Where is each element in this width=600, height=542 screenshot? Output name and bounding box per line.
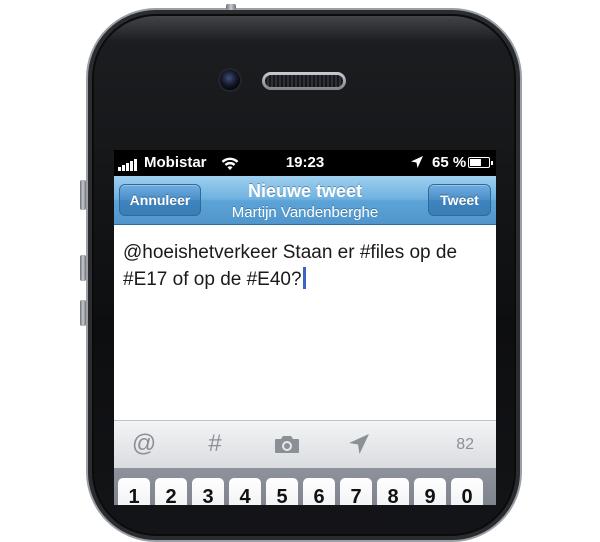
tweet-compose-area[interactable]: @hoeishetverkeer Staan er #files op de #… bbox=[114, 225, 496, 420]
key-1[interactable]: 1 bbox=[118, 478, 150, 505]
compose-accessory-bar: @ # 82 bbox=[114, 420, 496, 469]
tweet-text-field[interactable]: @hoeishetverkeer Staan er #files op de #… bbox=[123, 239, 489, 293]
character-counter: 82 bbox=[456, 436, 474, 453]
tweet-button[interactable]: Tweet bbox=[428, 184, 491, 216]
volume-button-top bbox=[80, 180, 86, 210]
earpiece-speaker bbox=[262, 72, 346, 90]
key-6[interactable]: 6 bbox=[303, 478, 335, 505]
key-7[interactable]: 7 bbox=[340, 478, 372, 505]
tweet-text: @hoeishetverkeer Staan er #files op de #… bbox=[123, 242, 463, 290]
battery-percentage: 65 % bbox=[432, 154, 467, 171]
status-bar: Mobistar 19:23 65 % bbox=[114, 150, 496, 176]
navigation-bar: Annuleer Nieuwe tweet Martijn Vandenberg… bbox=[114, 176, 496, 225]
number-key-row: 1 2 3 4 5 6 7 8 9 0 bbox=[118, 478, 483, 505]
battery-icon bbox=[468, 157, 493, 168]
power-button bbox=[226, 4, 236, 10]
location-arrow-icon bbox=[411, 156, 423, 168]
keyboard: 1 2 3 4 5 6 7 8 9 0 bbox=[114, 468, 496, 505]
key-8[interactable]: 8 bbox=[377, 478, 409, 505]
key-0[interactable]: 0 bbox=[451, 478, 483, 505]
text-cursor bbox=[302, 267, 306, 289]
key-5[interactable]: 5 bbox=[266, 478, 298, 505]
front-camera bbox=[220, 70, 240, 90]
camera-icon[interactable] bbox=[272, 431, 302, 457]
mention-icon[interactable]: @ bbox=[129, 431, 159, 457]
screen: Mobistar 19:23 65 % Annuleer Nieuwe twee… bbox=[114, 150, 496, 505]
key-9[interactable]: 9 bbox=[414, 478, 446, 505]
volume-button-down bbox=[80, 300, 86, 326]
volume-button-up bbox=[80, 255, 86, 281]
hashtag-icon[interactable]: # bbox=[200, 431, 230, 457]
location-icon[interactable] bbox=[344, 431, 374, 457]
key-2[interactable]: 2 bbox=[155, 478, 187, 505]
key-3[interactable]: 3 bbox=[192, 478, 224, 505]
key-4[interactable]: 4 bbox=[229, 478, 261, 505]
